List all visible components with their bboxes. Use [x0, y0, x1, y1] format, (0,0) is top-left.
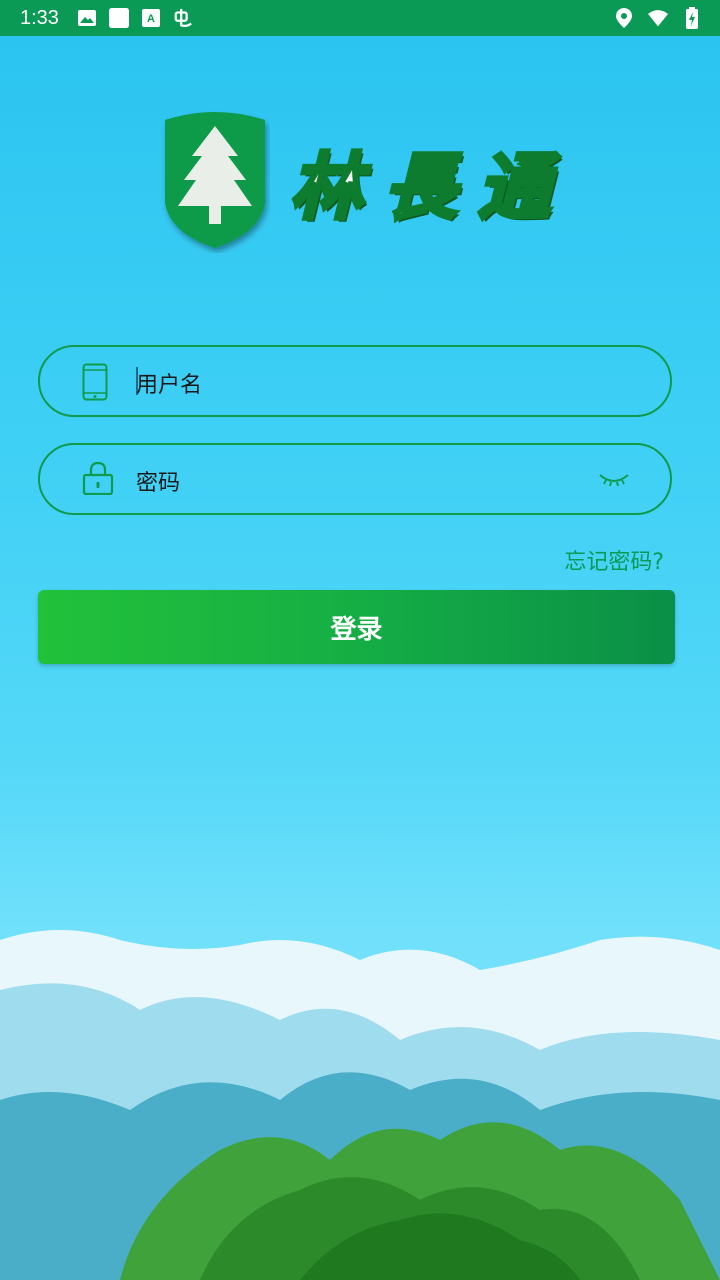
- background-scenery: [0, 930, 720, 1280]
- password-field[interactable]: 密码: [38, 443, 672, 515]
- tree-shield-icon: [165, 112, 265, 248]
- eye-closed-icon[interactable]: [598, 469, 630, 489]
- forgot-password-link[interactable]: 忘记密码?: [564, 544, 664, 576]
- password-input[interactable]: 密码: [136, 465, 180, 497]
- debug-icon: [173, 8, 193, 28]
- status-time: 1:33: [20, 6, 59, 29]
- app-logo: 林長通: [160, 108, 580, 258]
- username-field[interactable]: 用户名: [38, 345, 672, 417]
- location-icon: [614, 8, 634, 28]
- square-icon: [108, 8, 129, 28]
- battery-icon: [682, 7, 702, 29]
- username-input[interactable]: 用户名: [136, 367, 202, 399]
- a-box-icon: A: [141, 8, 161, 28]
- app-title: 林長通: [288, 142, 573, 231]
- status-bar: 1:33 A: [0, 0, 720, 36]
- lock-icon: [82, 461, 118, 499]
- login-button[interactable]: 登录: [38, 590, 675, 664]
- wifi-icon: [648, 8, 668, 28]
- phone-icon: [82, 363, 118, 401]
- svg-text:A: A: [147, 13, 155, 25]
- image-icon: [77, 8, 97, 28]
